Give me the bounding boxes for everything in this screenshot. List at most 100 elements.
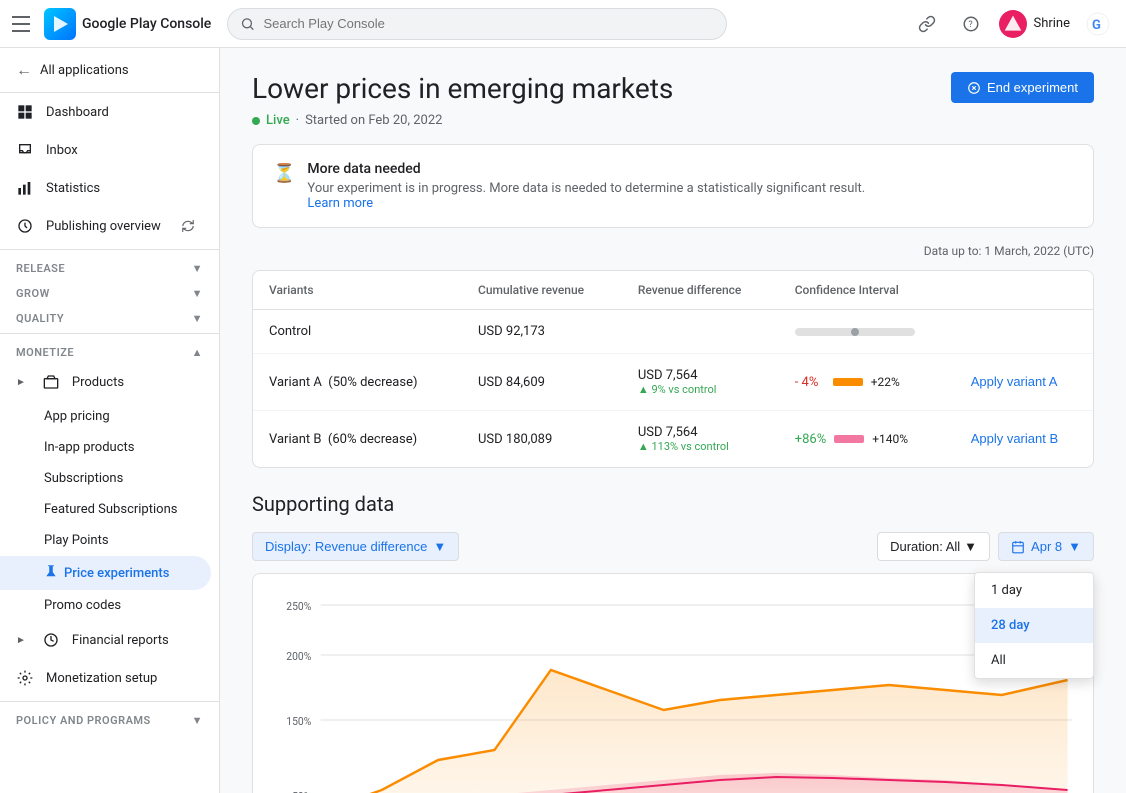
avatar [999,10,1027,38]
variants-table: Variants Cumulative revenue Revenue diff… [252,270,1094,468]
sidebar-item-monetization-setup[interactable]: Monetization setup [0,659,211,697]
live-indicator-dot [252,117,260,125]
sidebar-item-featured-subscriptions[interactable]: Featured Subscriptions [0,494,211,525]
help-icon-btn[interactable]: ? [955,8,987,40]
sidebar-item-inbox[interactable]: Inbox [0,131,211,169]
variant-name: Variant A (50% decrease) [253,354,462,411]
y-label-250: 250% [286,600,311,613]
variant-ci: - 4% +22% [779,354,955,411]
shrine-icon [1003,14,1023,34]
price-experiments-label: Price experiments [64,566,169,581]
sidebar-item-price-experiments[interactable]: Price experiments [0,556,211,590]
info-description: Your experiment is in progress. More dat… [307,181,865,196]
apply-variant-b-button[interactable]: Apply variant B [971,431,1058,446]
sidebar-item-play-points[interactable]: Play Points [0,525,211,556]
info-box: ⏳ More data needed Your experiment is in… [252,144,1094,228]
variant-diff: USD 7,564 ▲ 113% vs control [622,411,779,468]
financial-reports-label: Financial reports [72,633,169,648]
in-app-products-label: In-app products [44,440,134,455]
info-title: More data needed [307,161,865,177]
sidebar-divider-3 [0,701,219,702]
table-row: Variant A (50% decrease) USD 84,609 USD … [253,354,1093,411]
user-menu[interactable]: Shrine [999,10,1070,38]
statistics-label: Statistics [46,181,100,196]
monetize-section[interactable]: Monetize ▲ [0,338,219,363]
chart-wrapper: 250% 200% 150% 50% [269,590,1077,793]
variant-revenue: USD 84,609 [462,354,622,411]
sidebar-item-in-app-products[interactable]: In-app products [0,432,211,463]
duration-option-1day[interactable]: 1 day [975,573,1093,608]
back-icon: ← [16,60,32,80]
display-dropdown-button[interactable]: Display: Revenue difference ▼ [252,532,459,561]
sidebar-item-subscriptions[interactable]: Subscriptions [0,463,211,494]
menu-icon[interactable] [12,12,36,36]
policy-section[interactable]: Policy and programs ▼ [0,706,219,731]
google-account-icon[interactable]: G [1082,8,1114,40]
grow-section[interactable]: Grow ▼ [0,279,219,304]
link-icon [918,15,936,33]
duration-controls: Duration: All ▼ Apr 8 ▼ 1 day 28 day All [877,532,1094,561]
page-header: Lower prices in emerging markets End exp… [252,72,1094,105]
sidebar-item-dashboard[interactable]: Dashboard [0,93,211,131]
orange-area [325,670,1067,793]
main-layout: ← All applications Dashboard Inbox Stati… [0,48,1126,793]
sidebar-item-promo-codes[interactable]: Promo codes [0,590,211,621]
hourglass-icon: ⏳ [273,163,295,184]
date-picker-button[interactable]: Apr 8 ▼ [998,532,1094,561]
financial-reports-arrow: ► [16,635,26,646]
duration-arrow: ▼ [964,539,977,554]
app-logo: Google Play Console [44,8,211,40]
col-variants: Variants [253,271,462,310]
topbar-actions: ? Shrine G [911,8,1114,40]
variant-action[interactable]: Apply variant A [955,354,1093,411]
variant-action[interactable]: Apply variant B [955,411,1093,468]
sidebar-item-app-pricing[interactable]: App pricing [0,401,211,432]
sidebar-item-products[interactable]: ► Products [0,363,211,401]
sidebar-item-financial-reports[interactable]: ► Financial reports [0,621,211,659]
search-bar[interactable] [227,8,727,40]
link-icon-btn[interactable] [911,8,943,40]
learn-more-link[interactable]: Learn more [307,196,373,211]
calendar-icon [1011,540,1025,554]
duration-option-28day[interactable]: 28 day [975,608,1093,643]
sidebar-divider-1 [0,249,219,250]
play-console-logo-icon [44,8,76,40]
promo-codes-label: Promo codes [44,598,121,613]
inbox-label: Inbox [46,143,78,158]
products-icon [42,373,60,391]
duration-dropdown-button[interactable]: Duration: All ▼ [877,532,990,561]
variant-ci [779,310,955,354]
variant-name: Variant B (60% decrease) [253,411,462,468]
variant-diff [622,310,779,354]
table-row: Variant B (60% decrease) USD 180,089 USD… [253,411,1093,468]
supporting-data-title: Supporting data [252,492,1094,516]
svg-text:?: ? [969,20,973,30]
publishing-label: Publishing overview [46,219,161,234]
search-icon [240,16,255,32]
refresh-icon [181,219,195,233]
topbar: Google Play Console ? [0,0,1126,48]
monetization-setup-icon [16,669,34,687]
play-points-label: Play Points [44,533,109,548]
sidebar-item-publishing[interactable]: Publishing overview [0,207,211,245]
release-label: Release [16,262,65,275]
quality-section[interactable]: Quality ▼ [0,304,219,329]
variant-revenue: USD 92,173 [462,310,622,354]
end-experiment-button[interactable]: End experiment [951,72,1094,103]
duration-option-all[interactable]: All [975,643,1093,678]
release-section[interactable]: Release ▼ [0,254,219,279]
back-to-all-apps[interactable]: ← All applications [0,48,219,93]
col-diff: Revenue difference [622,271,779,310]
page-title: Lower prices in emerging markets [252,72,673,105]
variant-action [955,310,1093,354]
app-title: Google Play Console [82,16,211,32]
table-row: Control USD 92,173 [253,310,1093,354]
apply-variant-a-button[interactable]: Apply variant A [971,374,1058,389]
variant-ci: +86% +140% [779,411,955,468]
data-date-label: Data up to: 1 March, 2022 (UTC) [252,244,1094,258]
search-input[interactable] [264,16,715,31]
products-arrow: ► [16,377,26,388]
sidebar-item-statistics[interactable]: Statistics [0,169,211,207]
subtitle-separator: · [296,113,299,128]
variant-name: Control [253,310,462,354]
